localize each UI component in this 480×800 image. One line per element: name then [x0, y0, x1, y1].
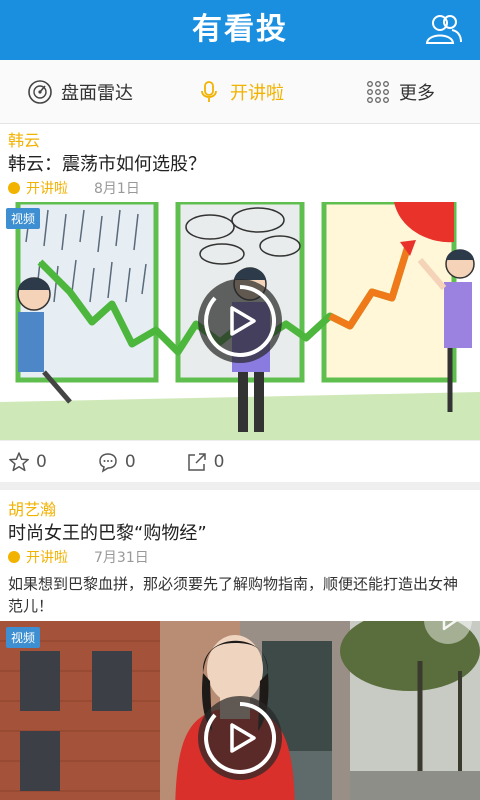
post-category: 开讲啦 — [26, 181, 68, 197]
comment-button[interactable]: 0 — [97, 451, 136, 473]
category-dot-icon — [8, 182, 20, 194]
share-count: 0 — [213, 451, 225, 472]
comment-count: 0 — [124, 451, 136, 472]
play-icon — [442, 609, 459, 631]
feed-card[interactable]: 韩云 韩云：震荡市如何选股？ 开讲啦 8月1日 视频 0 0 0 — [0, 124, 480, 482]
play-button[interactable] — [197, 278, 283, 364]
app-title: 有看投 — [192, 12, 288, 47]
comment-icon — [99, 452, 117, 473]
like-count: 0 — [36, 451, 47, 472]
video-thumbnail[interactable]: 视频 — [0, 621, 480, 800]
post-meta: 开讲啦 7月31日 — [0, 545, 480, 569]
floating-scroll-button[interactable] — [424, 596, 472, 644]
post-date: 8月1日 — [94, 181, 140, 197]
feed-card[interactable]: 胡艺瀚 时尚女王的巴黎“购物经” 开讲啦 7月31日 如果想到巴黎血拼，那必须要… — [0, 482, 480, 800]
share-button[interactable]: 0 — [186, 451, 225, 473]
post-category: 开讲啦 — [26, 550, 68, 566]
play-button[interactable] — [197, 695, 283, 781]
category-dot-icon — [8, 551, 20, 563]
author-name[interactable]: 韩云 — [0, 124, 480, 150]
post-meta: 开讲啦 8月1日 — [0, 176, 480, 200]
radar-icon — [27, 79, 53, 105]
tab-more[interactable]: 更多 — [320, 60, 480, 123]
post-summary: 如果想到巴黎血拼，那必须要先了解购物指南，顺便还能打造出女神范儿！ — [8, 575, 459, 615]
post-date: 7月31日 — [94, 550, 149, 566]
play-icon — [198, 696, 282, 780]
article-feed: 韩云 韩云：震荡市如何选股？ 开讲啦 8月1日 视频 0 0 0 胡艺瀚 时尚女… — [0, 124, 480, 800]
card-actions: 0 0 0 — [0, 440, 480, 482]
post-title[interactable]: 时尚女王的巴黎“购物经” — [0, 517, 480, 545]
grid-dots-icon — [365, 79, 391, 105]
tab-talk[interactable]: 开讲啦 — [160, 60, 320, 123]
app-header: 有看投 — [0, 0, 480, 60]
tab-market-radar-label: 盘面雷达 — [61, 82, 133, 104]
microphone-icon — [196, 79, 222, 105]
video-badge: 视频 — [6, 627, 41, 648]
tab-talk-label: 开讲啦 — [230, 82, 284, 104]
play-icon — [198, 279, 282, 363]
star-icon — [9, 451, 29, 471]
post-title[interactable]: 韩云：震荡市如何选股？ — [0, 148, 480, 176]
tab-market-radar[interactable]: 盘面雷达 — [0, 60, 160, 123]
like-button[interactable]: 0 — [8, 451, 47, 473]
author-name[interactable]: 胡艺瀚 — [0, 490, 480, 519]
video-thumbnail[interactable]: 视频 — [0, 202, 480, 440]
tab-bar: 盘面雷达 开讲啦 更多 — [0, 60, 480, 124]
user-center-icon[interactable] — [424, 10, 464, 50]
tab-more-label: 更多 — [399, 82, 435, 104]
share-icon — [187, 452, 206, 471]
video-badge: 视频 — [6, 208, 41, 229]
